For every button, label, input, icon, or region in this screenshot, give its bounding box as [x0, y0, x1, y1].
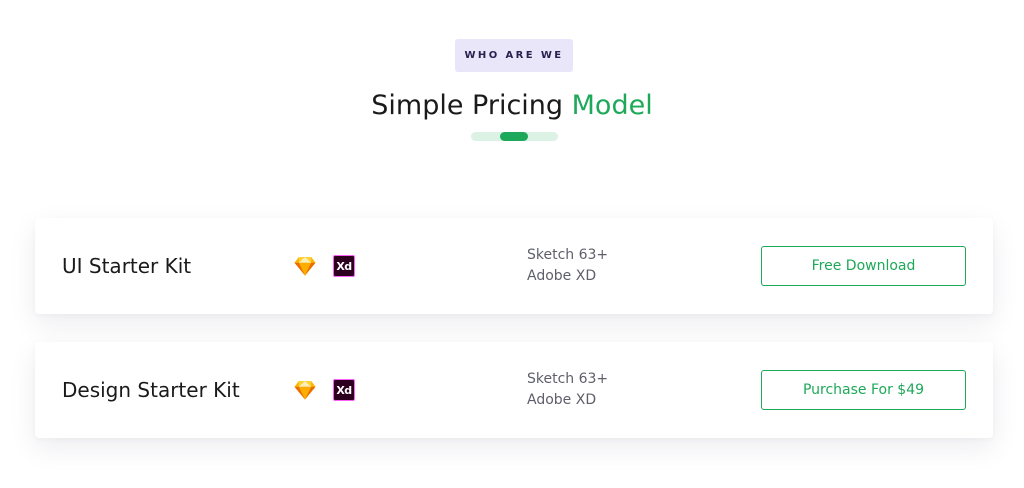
- section-title-main: Simple Pricing: [371, 90, 572, 121]
- spec-adobe-xd: Adobe XD: [527, 392, 597, 408]
- adobe-xd-icon: Xd: [333, 379, 355, 401]
- section-title: Simple Pricing Model: [0, 90, 1024, 121]
- free-download-button[interactable]: Free Download: [761, 246, 966, 286]
- card-specs: Sketch 63+ Adobe XD: [527, 369, 608, 411]
- adobe-xd-icon: Xd: [333, 255, 355, 277]
- card-title: UI Starter Kit: [62, 254, 192, 278]
- title-divider-indicator: [500, 132, 528, 141]
- pricing-card-design-starter-kit: Design Starter Kit Xd Sketch 63+ Adobe X…: [35, 342, 993, 438]
- spec-adobe-xd: Adobe XD: [527, 268, 597, 284]
- spec-sketch-version: Sketch 63+: [527, 371, 609, 387]
- spec-sketch-version: Sketch 63+: [527, 247, 609, 263]
- purchase-button[interactable]: Purchase For $49: [761, 370, 966, 410]
- sketch-icon: [294, 257, 316, 276]
- pricing-card-ui-starter-kit: UI Starter Kit Xd Sketch 63+ Adobe XD Fr…: [35, 218, 993, 314]
- card-title: Design Starter Kit: [62, 378, 240, 402]
- card-specs: Sketch 63+ Adobe XD: [527, 245, 608, 287]
- sketch-icon: [294, 381, 316, 400]
- section-title-accent: Model: [571, 90, 653, 121]
- section-badge: WHO ARE WE: [455, 39, 573, 72]
